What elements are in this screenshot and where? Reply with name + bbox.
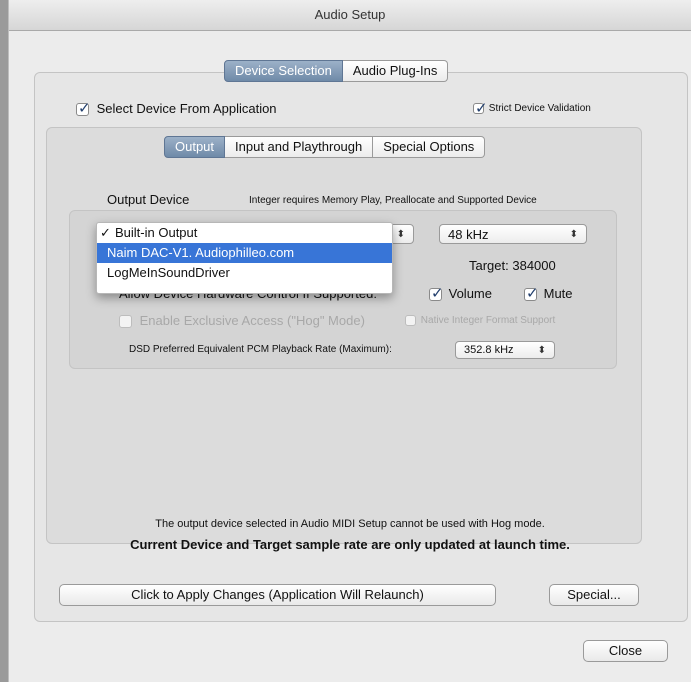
native-integer-checkbox[interactable] [405, 315, 416, 326]
select-device-row[interactable]: Select Device From Application [76, 99, 277, 117]
window-title: Audio Setup [9, 0, 691, 31]
mute-row[interactable]: Mute [524, 284, 573, 302]
tab-input-playthrough[interactable]: Input and Playthrough [225, 136, 374, 158]
exclusive-access-label: Enable Exclusive Access ("Hog" Mode) [139, 313, 365, 328]
checkmark-icon: ✓ [100, 225, 111, 240]
special-button[interactable]: Special... [549, 584, 639, 606]
output-device-menu: ✓ Built-in Output Naim DAC-V1. Audiophil… [96, 222, 393, 294]
sample-rate-value: 48 kHz [448, 227, 489, 242]
select-device-checkbox[interactable] [76, 99, 91, 117]
main-tab-bar: Device Selection Audio Plug-Ins [224, 60, 449, 82]
volume-label: Volume [448, 286, 492, 301]
tab-device-selection[interactable]: Device Selection [224, 60, 343, 82]
updown-arrows-icon: ⬍ [569, 229, 578, 240]
sample-rate-popup[interactable]: 48 kHz ⬍ [439, 224, 587, 244]
native-integer-row[interactable]: Native Integer Format Support [405, 315, 555, 326]
audio-setup-window: Audio Setup Device Selection Audio Plug-… [8, 0, 691, 682]
menu-item-naim-dac[interactable]: Naim DAC-V1. Audiophilleo.com [97, 243, 392, 263]
integer-requirement-note: Integer requires Memory Play, Preallocat… [249, 195, 537, 206]
updown-arrows-icon: ⬍ [396, 229, 405, 240]
tab-special-options[interactable]: Special Options [373, 136, 486, 158]
menu-item-logmein-driver[interactable]: LogMeInSoundDriver [97, 263, 392, 283]
launch-time-note: Current Device and Target sample rate ar… [130, 537, 570, 552]
menu-item-built-in-output[interactable]: ✓ Built-in Output [97, 223, 392, 243]
select-device-label: Select Device From Application [96, 101, 277, 116]
mute-checkbox[interactable] [524, 284, 539, 302]
strict-validation-checkbox[interactable] [473, 99, 488, 117]
volume-row[interactable]: Volume [429, 284, 492, 302]
native-integer-label: Native Integer Format Support [420, 315, 556, 327]
dsd-rate-popup[interactable]: 352.8 kHz ⬍ [455, 341, 555, 359]
sub-tab-bar: Output Input and Playthrough Special Opt… [164, 136, 486, 158]
tab-output[interactable]: Output [164, 136, 226, 158]
apply-changes-button[interactable]: Click to Apply Changes (Application Will… [59, 584, 496, 606]
strict-validation-row[interactable]: Strict Device Validation [473, 99, 591, 117]
volume-checkbox[interactable] [429, 284, 444, 302]
dsd-rate-label: DSD Preferred Equivalent PCM Playback Ra… [129, 344, 392, 355]
updown-arrows-icon: ⬍ [537, 345, 546, 356]
target-rate-text: Target: 384000 [469, 258, 556, 273]
exclusive-access-row[interactable]: Enable Exclusive Access ("Hog" Mode) [119, 313, 365, 329]
tab-audio-plugins[interactable]: Audio Plug-Ins [342, 60, 449, 82]
mute-label: Mute [543, 286, 573, 301]
output-device-label: Output Device [107, 192, 190, 207]
strict-validation-label: Strict Device Validation [488, 103, 591, 115]
dsd-rate-value: 352.8 kHz [464, 344, 514, 356]
exclusive-access-checkbox[interactable] [119, 315, 132, 329]
hog-mode-note: The output device selected in Audio MIDI… [155, 518, 545, 530]
close-button[interactable]: Close [583, 640, 668, 662]
